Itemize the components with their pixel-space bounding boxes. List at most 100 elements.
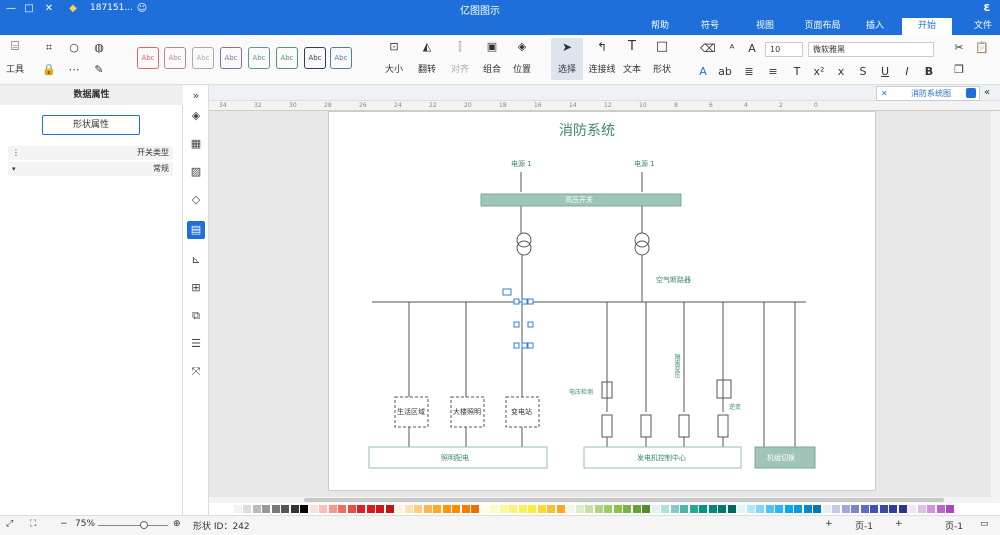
color-swatch[interactable] <box>480 505 489 513</box>
color-swatch[interactable] <box>908 505 916 513</box>
color-swatch[interactable] <box>518 505 527 513</box>
color-swatch[interactable] <box>262 505 270 513</box>
add-page-icon[interactable]: + <box>825 519 833 529</box>
color-swatch[interactable] <box>281 505 289 513</box>
line-style-icon[interactable]: ⋯ <box>67 63 81 77</box>
color-swatch[interactable] <box>528 505 536 513</box>
zoom-slider-handle[interactable] <box>140 521 148 529</box>
more-icon[interactable]: ⋮ <box>12 146 20 160</box>
fit-page-icon[interactable]: ⛶ <box>30 519 36 529</box>
color-swatch[interactable] <box>471 505 479 513</box>
style-preset-1[interactable]: Abc <box>330 47 352 69</box>
doc-tab[interactable]: ✕ 消防系统图 <box>876 86 980 101</box>
size-icon[interactable]: ⊡ <box>387 40 401 54</box>
maximize-icon[interactable]: □ <box>22 2 36 16</box>
style-preset-5[interactable]: Abc <box>220 47 242 69</box>
color-swatch[interactable] <box>309 505 318 513</box>
expand-icon[interactable]: ▾ <box>12 162 16 176</box>
color-swatch[interactable] <box>822 505 831 513</box>
vlabel-1[interactable]: 电压检测 <box>569 387 593 396</box>
color-swatch[interactable] <box>917 505 926 513</box>
data-panel-icon[interactable]: ▤ <box>187 221 205 239</box>
font-name-select[interactable]: 微软雅黑 <box>808 42 934 57</box>
color-swatch[interactable] <box>452 505 460 513</box>
add-page-icon-2[interactable]: + <box>895 519 903 529</box>
source1-label[interactable]: 电源 1 <box>511 159 532 169</box>
color-swatch[interactable] <box>898 505 907 513</box>
color-swatch[interactable] <box>328 505 337 513</box>
grid-panel-icon[interactable]: ▦ <box>187 135 205 153</box>
zoom-out-icon[interactable]: − <box>60 519 68 529</box>
bar-label-3[interactable]: 机组切换 <box>767 453 795 463</box>
fill-panel-icon[interactable]: ◈ <box>187 107 205 125</box>
italic-icon[interactable]: I <box>900 65 914 79</box>
zoom-in-icon[interactable]: ⊕ <box>173 519 181 529</box>
expand-view-icon[interactable]: ⤢ <box>6 519 13 529</box>
shape-properties-button[interactable]: 形状属性 <box>42 115 140 135</box>
color-swatch[interactable] <box>224 505 232 513</box>
color-swatch[interactable] <box>794 505 802 513</box>
color-swatch[interactable] <box>556 505 565 513</box>
flip-icon[interactable]: ◭ <box>420 40 434 54</box>
page-layout-icon[interactable]: ▭ <box>980 519 989 529</box>
color-swatch[interactable] <box>689 505 698 513</box>
color-swatch[interactable] <box>414 505 422 513</box>
color-swatch[interactable] <box>642 505 650 513</box>
color-swatch[interactable] <box>585 505 593 513</box>
box-label-2[interactable]: 大楼照明 <box>453 407 481 417</box>
lock-icon[interactable]: 🔒 <box>42 63 56 77</box>
tab-insert[interactable]: 插入 <box>855 18 895 35</box>
color-swatch[interactable] <box>718 505 726 513</box>
page-selector[interactable]: 页-1 <box>945 519 963 532</box>
color-swatch[interactable] <box>927 505 935 513</box>
color-swatch[interactable] <box>670 505 679 513</box>
line-color-icon[interactable]: ✎ <box>92 63 106 77</box>
color-swatch[interactable] <box>841 505 850 513</box>
tab-help[interactable]: 帮助 <box>640 18 680 35</box>
color-swatch[interactable] <box>813 505 821 513</box>
color-swatch[interactable] <box>594 505 603 513</box>
color-swatch[interactable] <box>357 505 365 513</box>
color-swatch[interactable] <box>879 505 888 513</box>
user-icon[interactable]: ☺ <box>135 2 149 16</box>
tab-file[interactable]: 文件 <box>968 18 998 35</box>
chart-panel-icon[interactable]: ⊾ <box>187 251 205 269</box>
color-swatch[interactable] <box>613 505 622 513</box>
page-panel-icon[interactable]: ⧉ <box>187 307 205 325</box>
position-icon[interactable]: ◈ <box>515 40 529 54</box>
color-swatch[interactable] <box>404 505 413 513</box>
color-swatch[interactable] <box>623 505 631 513</box>
style-preset-3[interactable]: Abc <box>276 47 298 69</box>
minimize-icon[interactable]: — <box>4 2 18 16</box>
color-swatch[interactable] <box>765 505 774 513</box>
color-swatch[interactable] <box>708 505 717 513</box>
copy-icon[interactable]: ❐ <box>952 63 966 77</box>
zoom-level[interactable]: 75% <box>75 519 95 529</box>
color-swatch[interactable] <box>300 505 308 513</box>
table-panel-icon[interactable]: ⊞ <box>187 279 205 297</box>
tab-home[interactable]: 开始 <box>902 18 952 35</box>
collapse-icon[interactable]: » <box>187 87 205 105</box>
image-panel-icon[interactable]: ▨ <box>187 163 205 181</box>
color-swatch[interactable] <box>737 505 745 513</box>
general-row[interactable]: ▾ 常规 <box>8 162 173 176</box>
tab-view[interactable]: 视图 <box>745 18 785 35</box>
align-icon[interactable]: ≣ <box>742 65 756 79</box>
color-swatch[interactable] <box>870 505 878 513</box>
color-swatch[interactable] <box>385 505 394 513</box>
gem-icon[interactable]: ◆ <box>66 2 80 16</box>
font-case-icon[interactable]: ab <box>718 65 732 79</box>
color-swatch[interactable] <box>433 505 441 513</box>
switch-type-row[interactable]: ⋮ 开关类型 <box>8 146 173 160</box>
crop-icon[interactable]: ⌗ <box>42 41 56 55</box>
bullet-list-icon[interactable]: ≡ <box>766 65 780 79</box>
color-swatch[interactable] <box>575 505 584 513</box>
paste-icon[interactable]: 📋 <box>975 41 989 55</box>
style-preset-4[interactable]: Abc <box>248 47 270 69</box>
box-label-3[interactable]: 变电站 <box>511 407 532 417</box>
color-swatch[interactable] <box>756 505 764 513</box>
style-preset-7[interactable]: Abc <box>164 47 186 69</box>
zoom-slider[interactable] <box>98 525 168 526</box>
color-swatch[interactable] <box>632 505 641 513</box>
align-objects-icon[interactable]: ⫿ <box>453 40 467 54</box>
